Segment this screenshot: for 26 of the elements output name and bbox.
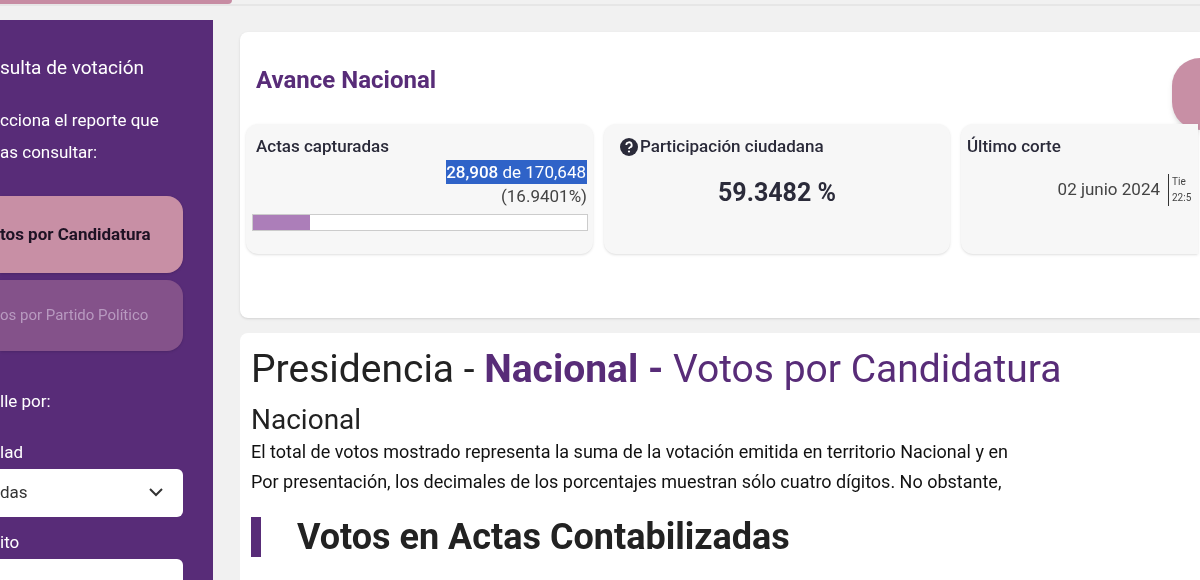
note-text: Por presentación, los decimales de los porcentajes muestran sólo cuatro dígitos. No obstante,	[251, 470, 1003, 494]
card-title: Último corte	[967, 135, 1062, 158]
accent-bar	[251, 517, 261, 557]
round-button[interactable]	[1172, 58, 1200, 130]
sidebar-prompt: cciona el reporte que as consultar:	[0, 109, 160, 164]
percent-text: (16.9401%)	[501, 184, 587, 208]
cut-date: 02 junio 2024	[1057, 177, 1161, 201]
section-title: Avance Nacional	[255, 65, 437, 96]
card-title: Participación ciudadana	[640, 135, 824, 158]
detail-label: lle por:	[0, 390, 52, 413]
report-button[interactable]: tos por Candidatura	[0, 196, 183, 273]
filter-label: lad	[0, 440, 24, 463]
page-heading: Presidencia - Nacional - Votos por Candidatura	[251, 345, 1063, 393]
subtitle: Nacional	[251, 403, 363, 437]
selected-count-text: 28,908 de 170,648	[446, 159, 587, 184]
chevron-down-icon	[149, 488, 163, 497]
note-text: El total de votos mostrado representa la suma de la votación emitida en territorio Nacional y en	[251, 440, 1009, 464]
time-label: Tie	[1172, 174, 1187, 189]
sidebar-title: sulta de votación	[0, 55, 145, 80]
filter-label: ito	[0, 530, 21, 553]
participation-value: 59.3482 %	[718, 176, 836, 209]
help-icon[interactable]	[620, 137, 638, 156]
card-title: Actas capturadas	[255, 135, 391, 158]
cut-time: 22:5	[1172, 190, 1193, 205]
select-field[interactable]: das	[0, 468, 183, 517]
section-heading: Votos en Actas Contabilizadas	[297, 517, 790, 557]
